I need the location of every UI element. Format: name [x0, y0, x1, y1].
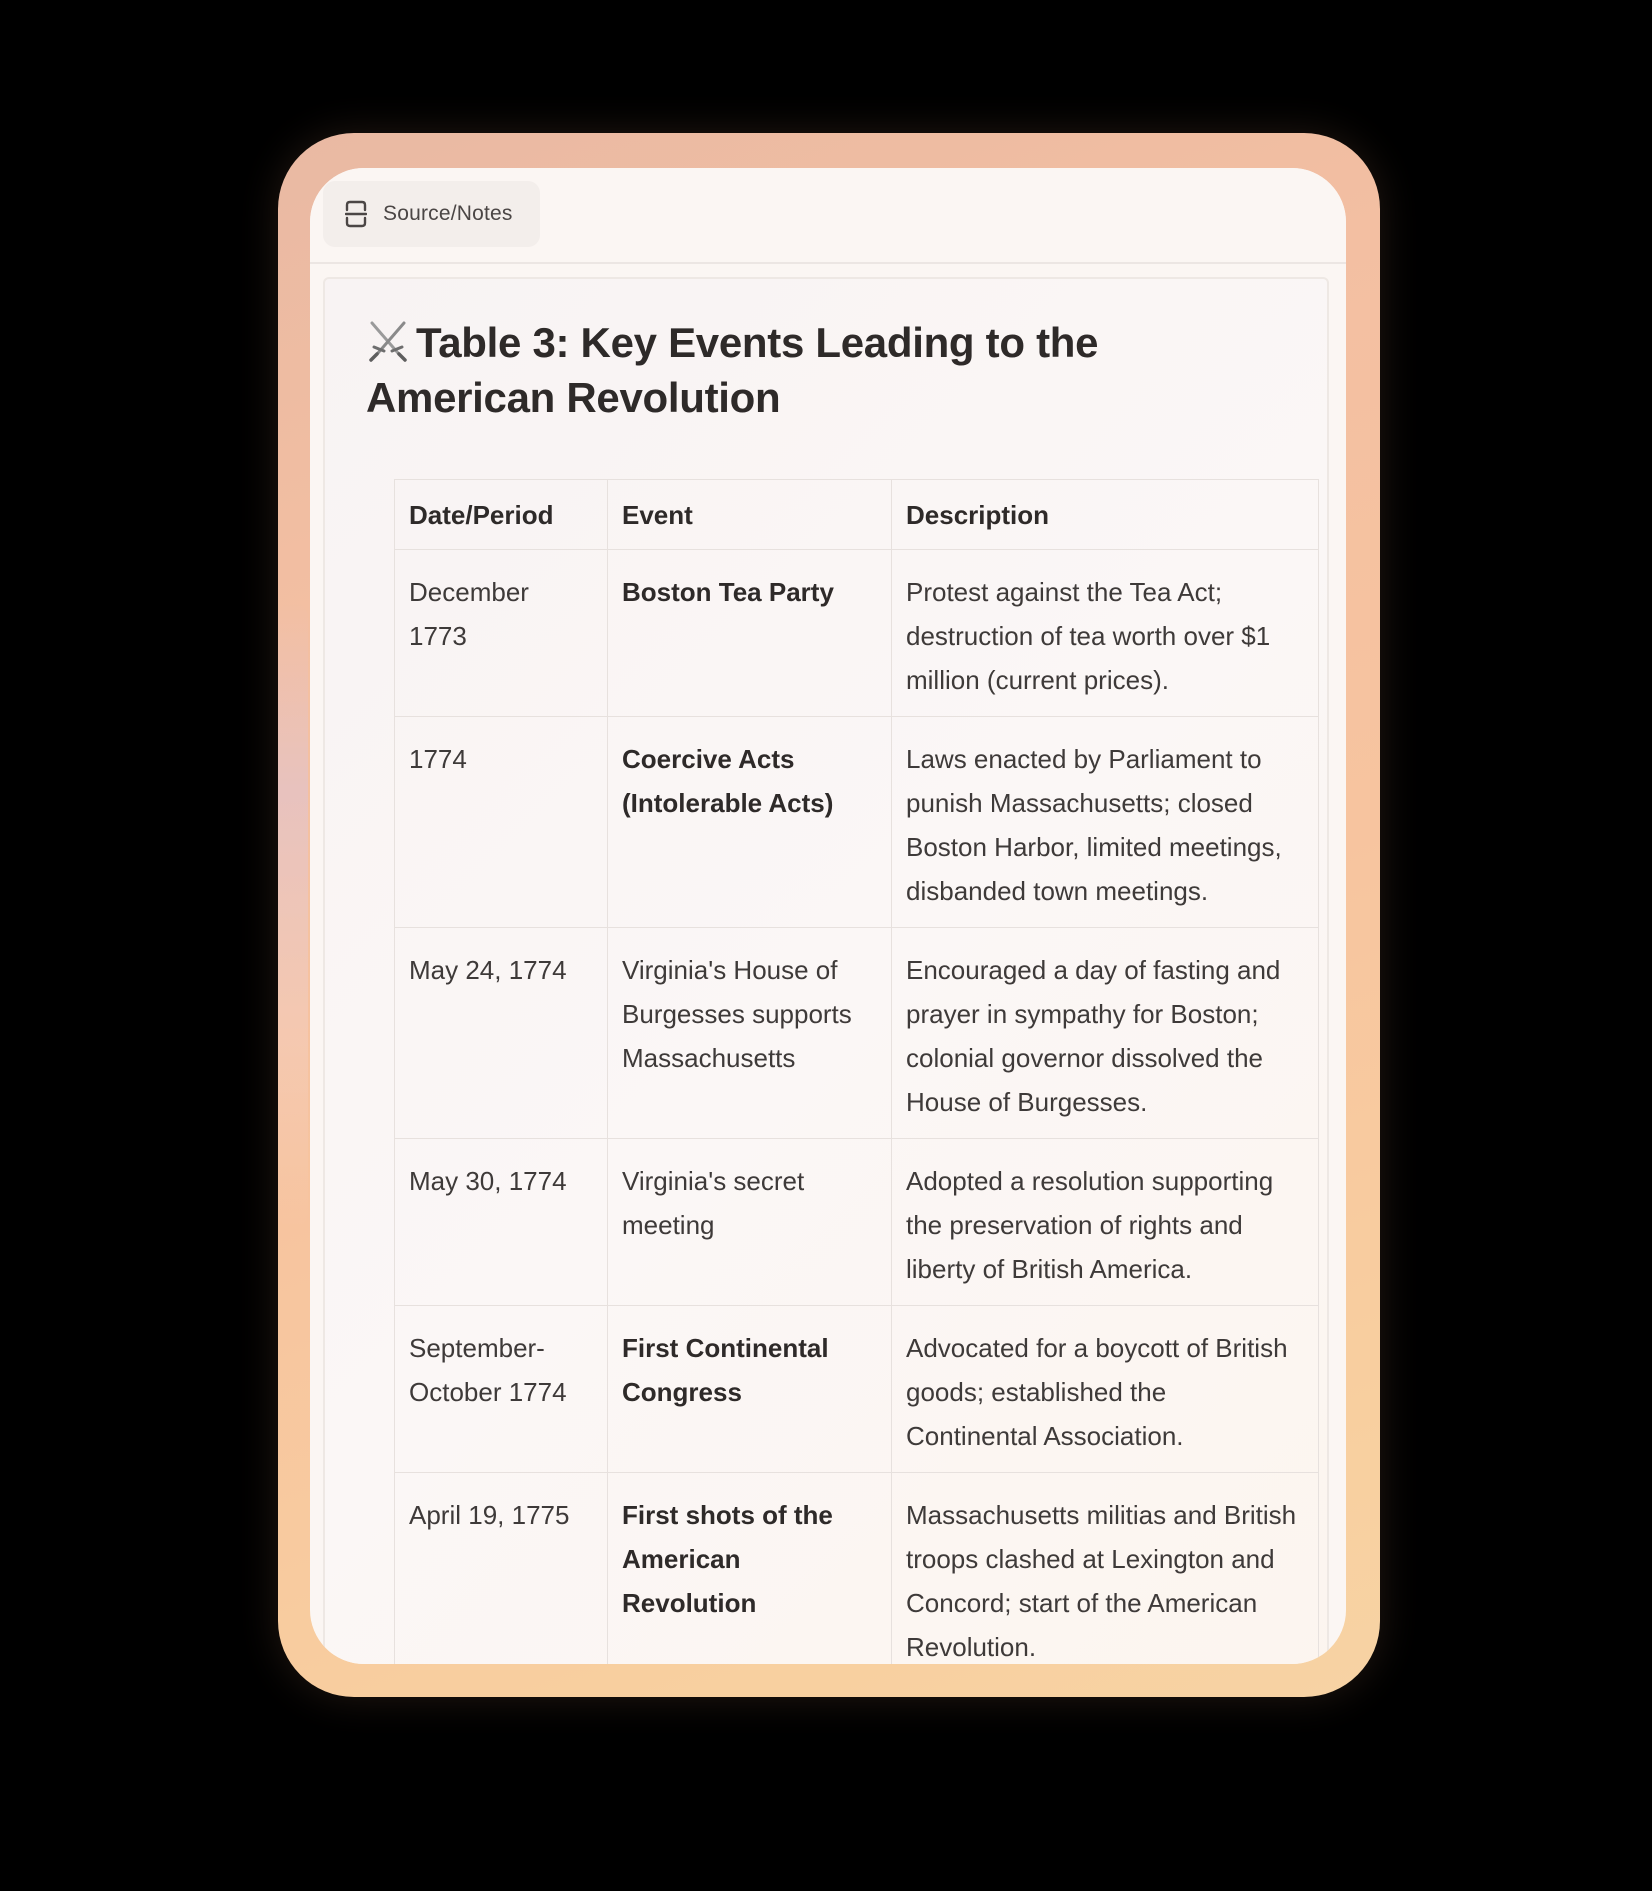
cell-date: May 24, 1774 — [394, 927, 608, 1139]
notes-card: Source/Notes Table 3: Key Events Leading… — [310, 168, 1346, 1664]
split-square-icon — [343, 199, 369, 229]
cell-description: Encouraged a day of fasting and prayer i… — [891, 927, 1319, 1139]
cell-date: September-October 1774 — [394, 1305, 608, 1473]
table-row: December 1773 Boston Tea Party Protest a… — [394, 549, 1319, 717]
table-row: May 30, 1774 Virginia's secret meeting A… — [394, 1138, 1319, 1306]
table-row: 1774 Coercive Acts (Intolerable Acts) La… — [394, 716, 1319, 928]
cell-event: Coercive Acts (Intolerable Acts) — [607, 716, 892, 928]
table-row: April 19, 1775 First shots of the Americ… — [394, 1472, 1319, 1664]
cell-date: April 19, 1775 — [394, 1472, 608, 1664]
cell-description: Massachusetts militias and British troop… — [891, 1472, 1319, 1664]
cell-event: First Continental Congress — [607, 1305, 892, 1473]
cell-date: 1774 — [394, 716, 608, 928]
cell-description: Adopted a resolution supporting the pres… — [891, 1138, 1319, 1306]
title-text: Table 3: Key Events Leading to the Ameri… — [366, 319, 1099, 421]
cell-date: December 1773 — [394, 549, 608, 717]
table-row: September-October 1774 First Continental… — [394, 1305, 1319, 1473]
cell-description: Laws enacted by Parliament to punish Mas… — [891, 716, 1319, 928]
cell-date: May 30, 1774 — [394, 1138, 608, 1306]
crossed-swords-icon — [366, 319, 410, 363]
tab-bar: Source/Notes — [310, 168, 1346, 264]
table-header-row: Date/Period Event Description — [394, 479, 1319, 550]
cell-description: Advocated for a boycott of British goods… — [891, 1305, 1319, 1473]
cell-event: Boston Tea Party — [607, 549, 892, 717]
tab-label: Source/Notes — [383, 202, 513, 225]
column-header-date: Date/Period — [394, 479, 608, 550]
cell-event: Virginia's House of Burgesses supports M… — [607, 927, 892, 1139]
content-panel: Table 3: Key Events Leading to the Ameri… — [323, 277, 1329, 1664]
column-header-event: Event — [607, 479, 892, 550]
tab-source-notes[interactable]: Source/Notes — [323, 181, 540, 247]
column-header-description: Description — [891, 479, 1319, 550]
events-table: Date/Period Event Description December 1… — [394, 479, 1319, 1664]
cell-event: Virginia's secret meeting — [607, 1138, 892, 1306]
cell-description: Protest against the Tea Act; destruction… — [891, 549, 1319, 717]
cell-event: First shots of the American Revolution — [607, 1472, 892, 1664]
table-title: Table 3: Key Events Leading to the Ameri… — [366, 315, 1286, 425]
table-row: May 24, 1774 Virginia's House of Burgess… — [394, 927, 1319, 1139]
